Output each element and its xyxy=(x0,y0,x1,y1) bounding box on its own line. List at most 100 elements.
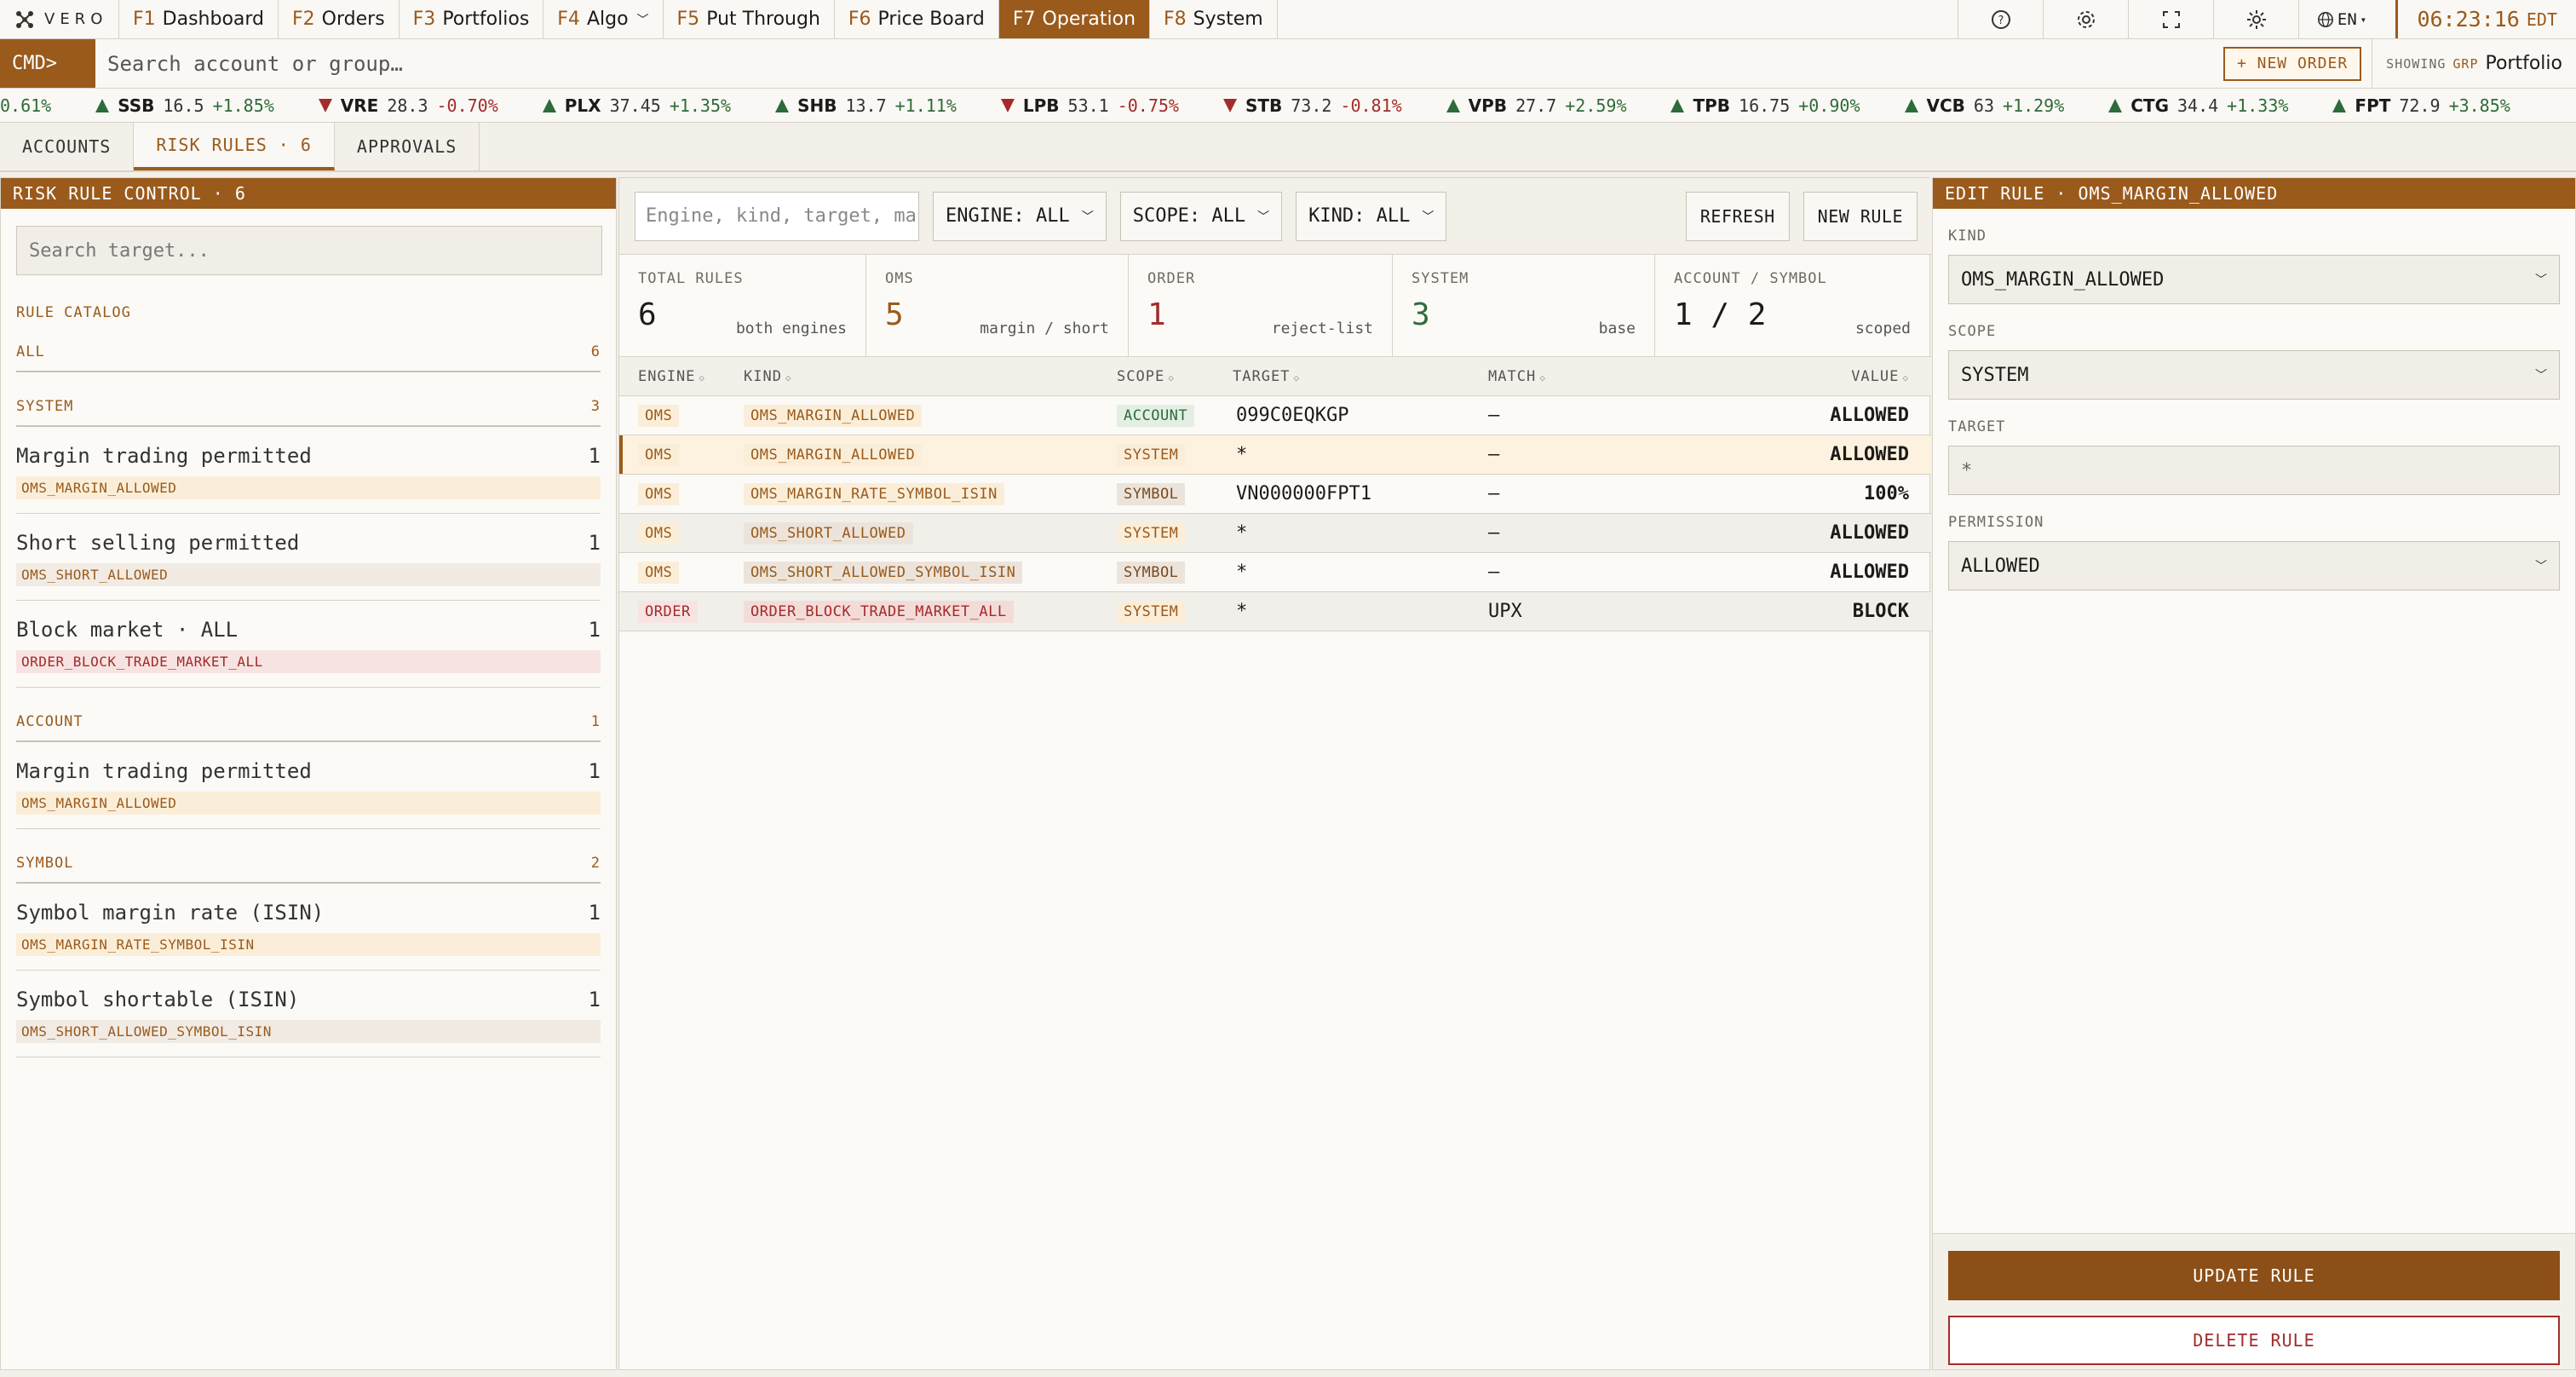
ticker-change: +2.59% xyxy=(1565,95,1627,116)
edit-actions: UPDATE RULE DELETE RULE xyxy=(1933,1233,2575,1369)
subtab-accounts[interactable]: ACCOUNTS xyxy=(0,123,135,170)
column-header-match[interactable]: MATCH ◇ xyxy=(1488,368,1744,385)
catalog-item[interactable]: Block market · ALL 1 ORDER_BLOCK_TRADE_MAR… xyxy=(16,601,601,688)
subtab-risk[interactable]: RISK RULES · 6 xyxy=(134,123,335,170)
fullscreen-button[interactable] xyxy=(2128,0,2213,38)
nav-tab-put-through[interactable]: F5 Put Through xyxy=(664,0,835,38)
table-row[interactable]: OMS OMS_SHORT_ALLOWED_SYMBOL_ISIN SYMBOL * —… xyxy=(619,553,1931,592)
catalog-item[interactable]: Margin trading permitted 1 OMS_MARGIN_ALLO… xyxy=(16,427,601,514)
new-order-button[interactable]: + NEW ORDER xyxy=(2222,46,2362,81)
settings-button[interactable] xyxy=(2043,0,2128,38)
nav-tab-system[interactable]: F8 System xyxy=(1150,0,1278,38)
chevron-down-icon: ﹀ xyxy=(1081,210,1094,224)
column-header-value[interactable]: VALUE ◇ xyxy=(1744,368,1931,385)
ticker-item[interactable]: PLX 37.45 +1.35% xyxy=(520,95,753,116)
nav-tab-portfolios[interactable]: F3 Portfolios xyxy=(400,0,544,38)
nav-tab-key: F8 xyxy=(1164,9,1187,30)
cell-scope: SYSTEM xyxy=(1117,521,1233,544)
table-row[interactable]: OMS OMS_SHORT_ALLOWED SYSTEM * — ALLOWED xyxy=(619,514,1931,553)
help-icon: ? xyxy=(1991,9,2010,29)
table-row[interactable]: OMS OMS_MARGIN_ALLOWED SYSTEM * — ALLOWED xyxy=(619,435,1931,475)
nav-tab-label: Orders xyxy=(321,9,385,30)
catalog-group-symbol[interactable]: SYMBOL 2 xyxy=(16,855,601,884)
new-rule-button[interactable]: NEW RULE xyxy=(1803,191,1918,241)
kind-select[interactable]: OMS_MARGIN_ALLOWED ﹀ xyxy=(1948,255,2560,304)
help-button[interactable]: ? xyxy=(1958,0,2043,38)
catalog-item-code: ORDER_BLOCK_TRADE_MARKET_ALL xyxy=(16,650,601,673)
nav-tab-orders[interactable]: F2 Orders xyxy=(279,0,400,38)
theme-toggle-button[interactable] xyxy=(2213,0,2298,38)
arrow-up-icon xyxy=(95,98,110,112)
nav-tab-algo[interactable]: F4 Algo ﹀ xyxy=(543,0,664,38)
ticker-item[interactable]: LPB 53.1 -0.75% xyxy=(979,95,1201,116)
ticker-item[interactable]: VPB 27.7 +2.59% xyxy=(1424,95,1649,116)
globe-icon xyxy=(2317,11,2333,27)
column-header-engine[interactable]: ENGINE ◇ xyxy=(619,368,744,385)
kind-filter-select[interactable]: KIND: ALL ﹀ xyxy=(1296,191,1447,241)
table-row[interactable]: OMS OMS_MARGIN_RATE_SYMBOL_ISIN SYMBOL VN00… xyxy=(619,475,1931,514)
catalog-item[interactable]: Short selling permitted 1 OMS_SHORT_ALLOWE… xyxy=(16,514,601,601)
scope-filter-select[interactable]: SCOPE: ALL ﹀ xyxy=(1119,191,1283,241)
cell-match: UPX xyxy=(1488,601,1522,622)
showing-scope[interactable]: SHOWING GRP Portfolio xyxy=(2372,39,2576,88)
cell-match: — xyxy=(1488,562,1500,583)
catalog-group-account[interactable]: ACCOUNT 1 xyxy=(16,713,601,742)
kind-badge: OMS_MARGIN_ALLOWED xyxy=(744,405,923,427)
table-row[interactable]: ORDER ORDER_BLOCK_TRADE_MARKET_ALL SYSTEM *… xyxy=(619,592,1931,631)
ticker-item[interactable]: SSB 16.5 +1.85% xyxy=(73,95,296,116)
permission-select[interactable]: ALLOWED ﹀ xyxy=(1948,541,2560,591)
cell-target: * xyxy=(1236,444,1248,465)
ticker-change: +1.35% xyxy=(669,95,732,116)
group-count: 1 xyxy=(590,713,601,730)
kind-label: KIND xyxy=(1948,228,1987,245)
ticker-item[interactable]: STB 73.2 -0.81% xyxy=(1201,95,1424,116)
account-search-input[interactable] xyxy=(95,39,2223,88)
sort-icon: ◇ xyxy=(1293,372,1301,383)
ticker-item[interactable]: FPT 72.9 +3.85% xyxy=(2310,95,2532,116)
language-select[interactable]: EN ▾ xyxy=(2298,0,2383,38)
ticker-item[interactable]: CTG 34.4 +1.33% xyxy=(2086,95,2310,116)
nav-tab-operation[interactable]: F7 Operation xyxy=(998,0,1151,38)
column-header-scope[interactable]: SCOPE ◇ xyxy=(1117,368,1233,385)
ticker-item[interactable]: SHB 13.7 +1.11% xyxy=(753,95,979,116)
logo-icon xyxy=(16,10,33,28)
app-logo[interactable]: VERO xyxy=(0,0,119,38)
scope-filter-label: SCOPE: ALL xyxy=(1132,205,1246,227)
catalog-group-system[interactable]: SYSTEM 3 xyxy=(16,398,601,427)
nav-tab-price-board[interactable]: F6 Price Board xyxy=(835,0,999,38)
engine-filter-select[interactable]: ENGINE: ALL ﹀ xyxy=(933,191,1107,241)
ticker-item[interactable]: 0.61% xyxy=(0,95,73,116)
kind-badge: OMS_SHORT_ALLOWED xyxy=(744,522,913,544)
catalog-item-code: OMS_MARGIN_ALLOWED xyxy=(16,792,601,815)
subtab-approvals[interactable]: APPROVALS xyxy=(335,123,480,170)
refresh-button[interactable]: REFRESH xyxy=(1685,191,1790,241)
column-header-label: TARGET xyxy=(1233,367,1291,385)
column-header-target[interactable]: TARGET ◇ xyxy=(1233,368,1488,385)
catalog-group-all[interactable]: ALL 6 xyxy=(16,343,601,372)
chevron-down-icon: ﹀ xyxy=(1257,210,1270,224)
update-rule-button[interactable]: UPDATE RULE xyxy=(1948,1251,2560,1300)
target-input[interactable] xyxy=(1948,446,2560,495)
ticker-price: 72.9 xyxy=(2399,95,2441,116)
column-header-kind[interactable]: KIND ◇ xyxy=(744,368,1117,385)
catalog-item[interactable]: Symbol margin rate (ISIN) 1 OMS_MARGIN_RAT… xyxy=(16,884,601,971)
rule-filter-input[interactable] xyxy=(635,191,919,241)
delete-rule-button[interactable]: DELETE RULE xyxy=(1948,1316,2560,1365)
ticker-price: 53.1 xyxy=(1067,95,1109,116)
catalog-item[interactable]: Margin trading permitted 1 OMS_MARGIN_ALLO… xyxy=(16,742,601,829)
nav-tab-dashboard[interactable]: F1 Dashboard xyxy=(119,0,279,38)
kind-badge: OMS_MARGIN_RATE_SYMBOL_ISIN xyxy=(744,483,1004,505)
ticker-item[interactable]: VCB 63 +1.29% xyxy=(1883,95,2087,116)
target-search-input[interactable] xyxy=(16,226,602,275)
ticker-symbol: CTG xyxy=(2130,95,2169,116)
ticker-item[interactable]: TPB 16.75 +0.90% xyxy=(1648,95,1882,116)
arrow-down-icon xyxy=(1222,98,1237,112)
scope-select[interactable]: SYSTEM ﹀ xyxy=(1948,350,2560,400)
catalog-item[interactable]: Symbol shortable (ISIN) 1 OMS_SHORT_ALLOWE… xyxy=(16,971,601,1057)
cell-kind: OMS_MARGIN_ALLOWED xyxy=(744,404,1117,427)
ticker-item[interactable]: VRE 28.3 -0.70% xyxy=(296,95,520,116)
nav-tab-key: F1 xyxy=(133,9,156,30)
stat-label: ORDER xyxy=(1147,270,1196,287)
stat-sub: margin / short xyxy=(980,320,1109,337)
table-row[interactable]: OMS OMS_MARGIN_ALLOWED ACCOUNT 099C0EQKGP — A… xyxy=(619,396,1931,435)
